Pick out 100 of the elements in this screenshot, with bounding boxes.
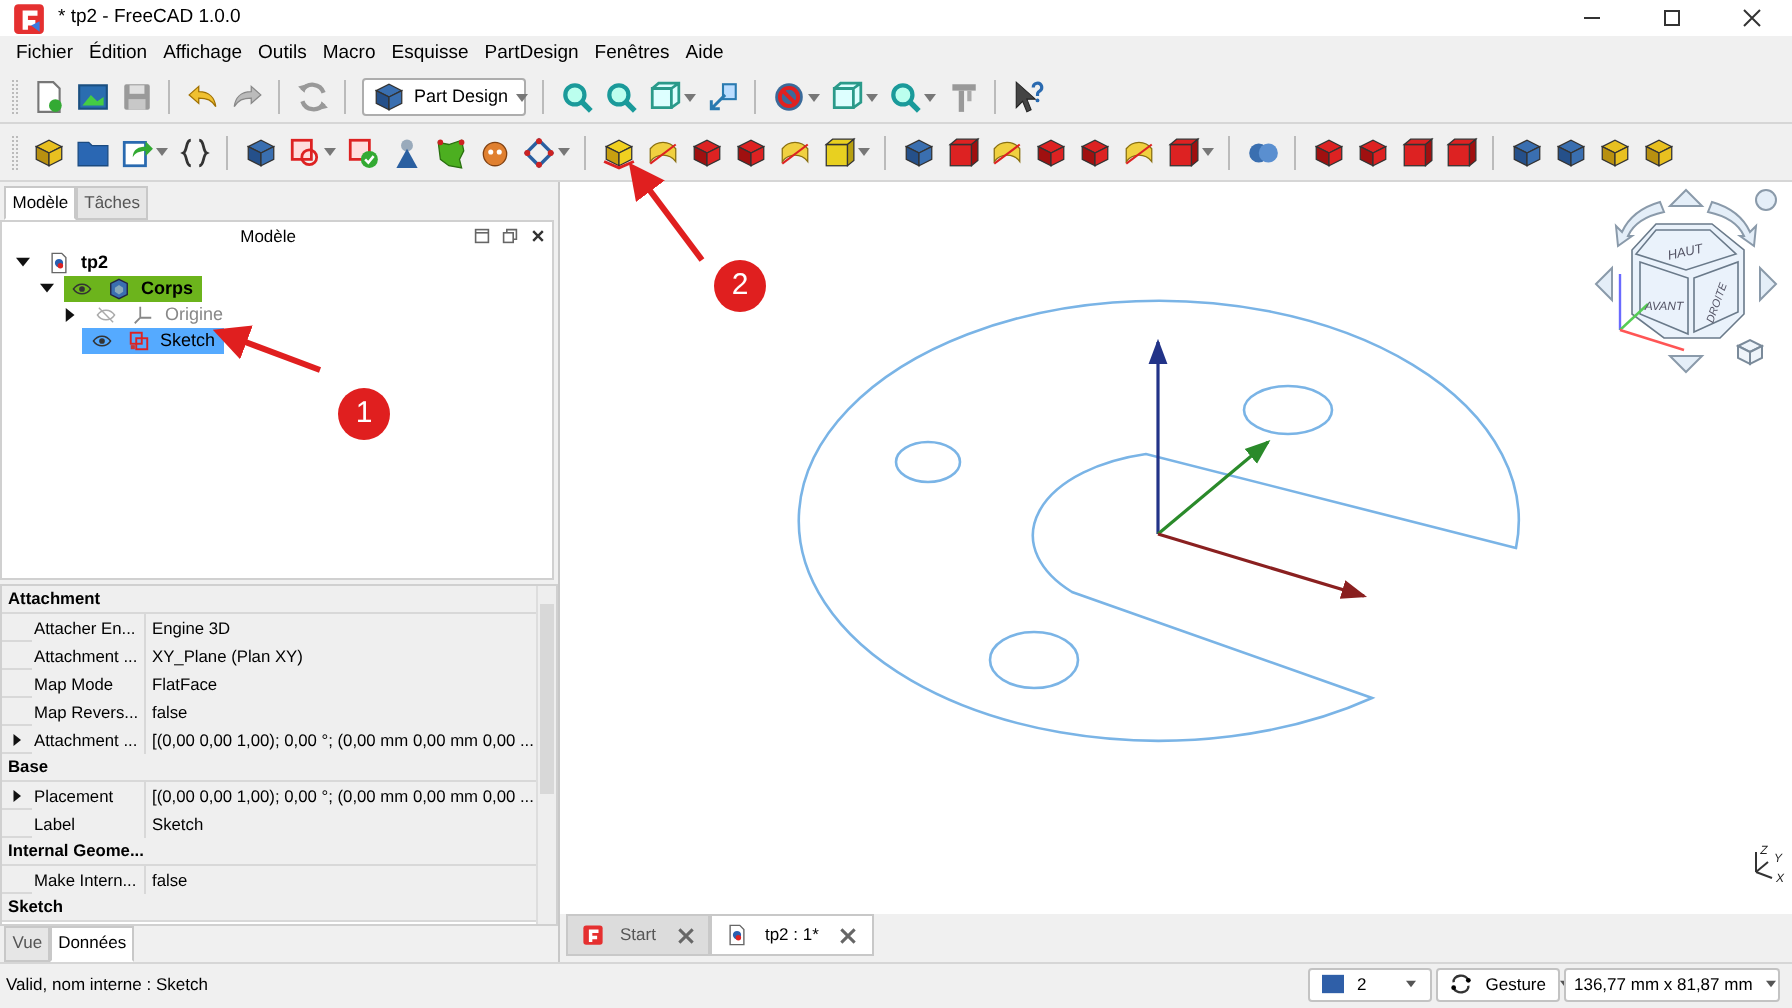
caret-icon[interactable] xyxy=(558,148,570,156)
panel-tab[interactable]: Modèle xyxy=(4,186,77,220)
menu-item[interactable]: Édition xyxy=(81,39,156,69)
status-dropdown[interactable]: Gesture xyxy=(1435,967,1560,1001)
tree-item-label[interactable]: tp2 xyxy=(81,249,108,277)
expanded-toggle-icon[interactable] xyxy=(15,256,29,270)
cube-icon[interactable] xyxy=(1355,135,1389,169)
caret-icon[interactable] xyxy=(684,93,696,101)
picture-icon[interactable] xyxy=(75,80,109,114)
box-icon[interactable] xyxy=(1165,135,1199,169)
cube-icon[interactable] xyxy=(733,135,767,169)
property-group-header[interactable]: Internal Geome... xyxy=(2,838,536,867)
document-icon[interactable] xyxy=(31,80,65,114)
cube-icon[interactable] xyxy=(1311,135,1345,169)
menu-circle-icon[interactable] xyxy=(1755,189,1777,211)
maximize-icon[interactable] xyxy=(1662,8,1682,28)
collapsed-toggle-icon[interactable] xyxy=(11,789,23,802)
scrollbar[interactable] xyxy=(536,586,556,925)
box-icon[interactable] xyxy=(1399,135,1433,169)
box-icon[interactable] xyxy=(821,135,855,169)
tree-item-label[interactable]: Corps xyxy=(141,275,194,303)
caret-icon[interactable] xyxy=(156,148,168,156)
menu-item[interactable]: Fenêtres xyxy=(586,39,678,69)
menu-item[interactable]: Outils xyxy=(250,39,315,69)
panel-tab[interactable]: Données xyxy=(50,926,135,963)
wireframe-cube-icon[interactable] xyxy=(829,80,863,114)
navigation-cube[interactable] xyxy=(1631,223,1745,339)
caret-icon[interactable] xyxy=(808,93,820,101)
property-value[interactable]: FlatFace xyxy=(146,670,536,699)
help-cursor-icon[interactable] xyxy=(1011,80,1045,114)
document-tab[interactable]: Start xyxy=(566,914,711,956)
property-value[interactable]: false xyxy=(146,866,536,895)
menu-item[interactable]: PartDesign xyxy=(476,39,587,69)
diamond-icon[interactable] xyxy=(521,135,555,169)
braces-icon[interactable] xyxy=(177,135,211,169)
blob-icon[interactable] xyxy=(433,135,467,169)
close-icon[interactable] xyxy=(1742,8,1762,28)
close-icon[interactable] xyxy=(838,925,859,945)
square-icon[interactable] xyxy=(287,135,321,169)
check-square-icon[interactable] xyxy=(345,135,379,169)
arrow-icon[interactable] xyxy=(705,80,739,114)
property-group-header[interactable]: Attachment xyxy=(2,586,536,615)
caret-icon[interactable] xyxy=(866,93,878,101)
document-tab[interactable]: tp2 : 1* xyxy=(710,914,874,956)
tree-item[interactable]: Corps xyxy=(63,276,202,302)
down-arrow-icon[interactable] xyxy=(1667,355,1705,374)
menu-item[interactable]: Fichier xyxy=(8,39,82,69)
small-cube-icon[interactable] xyxy=(1735,338,1765,366)
workbench-select[interactable]: Part Design xyxy=(362,78,526,116)
close-icon[interactable] xyxy=(530,228,546,244)
wireframe-cube-icon[interactable] xyxy=(647,80,681,114)
property-value[interactable]: [(0,00 0,00 1,00); 0,00 °; (0,00 mm 0,00 mm 0,00 ... xyxy=(146,782,536,811)
magnifier-icon[interactable] xyxy=(603,80,637,114)
menu-item[interactable]: Aide xyxy=(677,39,732,69)
caret-icon[interactable] xyxy=(858,148,870,156)
cube-icon[interactable] xyxy=(243,135,277,169)
property-value[interactable]: false xyxy=(146,698,536,727)
up-arrow-icon[interactable] xyxy=(1667,188,1705,207)
cube-icon[interactable] xyxy=(1597,135,1631,169)
cube-icon[interactable] xyxy=(1509,135,1543,169)
panel-tab[interactable]: Tâches xyxy=(76,186,149,220)
tree-item[interactable]: Sketch xyxy=(82,328,224,354)
collapsed-toggle-icon[interactable] xyxy=(11,733,23,746)
right-arrow-icon[interactable] xyxy=(1759,265,1778,303)
status-dropdown[interactable]: 136,77 mm x 81,87 mm xyxy=(1564,967,1780,1001)
dock-icon[interactable] xyxy=(474,228,490,244)
tree-item-label[interactable]: Origine xyxy=(165,301,224,329)
magnifier-icon[interactable] xyxy=(887,80,921,114)
cube-icon[interactable] xyxy=(689,135,723,169)
collapsed-toggle-icon[interactable] xyxy=(63,308,77,322)
property-value[interactable]: XY_Plane (Plan XY) xyxy=(146,642,536,671)
caret-icon[interactable] xyxy=(324,148,336,156)
menu-item[interactable]: Macro xyxy=(314,39,384,69)
tree-item-label[interactable]: Sketch xyxy=(160,327,216,355)
property-group-header[interactable]: Sketch xyxy=(2,894,536,923)
rotate-left-arrow-icon[interactable] xyxy=(1615,201,1665,247)
rotate-right-arrow-icon[interactable] xyxy=(1707,201,1757,247)
cube-icon[interactable] xyxy=(1077,135,1111,169)
float-icon[interactable] xyxy=(502,228,518,244)
cube-icon[interactable] xyxy=(1033,135,1067,169)
property-value[interactable]: Engine 3D xyxy=(146,614,536,643)
caret-icon[interactable] xyxy=(924,93,936,101)
left-arrow-icon[interactable] xyxy=(1594,265,1613,303)
menu-item[interactable]: Affichage xyxy=(155,39,251,69)
cube-icon[interactable] xyxy=(1553,135,1587,169)
menu-item[interactable]: Esquisse xyxy=(383,39,477,69)
expanded-toggle-icon[interactable] xyxy=(39,282,53,296)
eye-icon[interactable] xyxy=(72,280,92,298)
stacked-plates-icon[interactable] xyxy=(601,135,635,169)
eye-icon[interactable] xyxy=(91,332,111,350)
tree-item[interactable]: Origine xyxy=(87,302,232,328)
caret-icon[interactable] xyxy=(1202,148,1214,156)
box-icon[interactable] xyxy=(1443,135,1477,169)
magnifier-icon[interactable] xyxy=(559,80,593,114)
property-value[interactable]: [(0,00 0,00 1,00); 0,00 °; (0,00 mm 0,00 mm 0,00 ... xyxy=(146,726,536,755)
tree-item[interactable]: tp2 xyxy=(39,250,116,276)
cube-icon[interactable] xyxy=(1641,135,1675,169)
box-icon[interactable] xyxy=(945,135,979,169)
property-value[interactable]: Sketch xyxy=(146,810,536,839)
cube-icon[interactable] xyxy=(31,135,65,169)
